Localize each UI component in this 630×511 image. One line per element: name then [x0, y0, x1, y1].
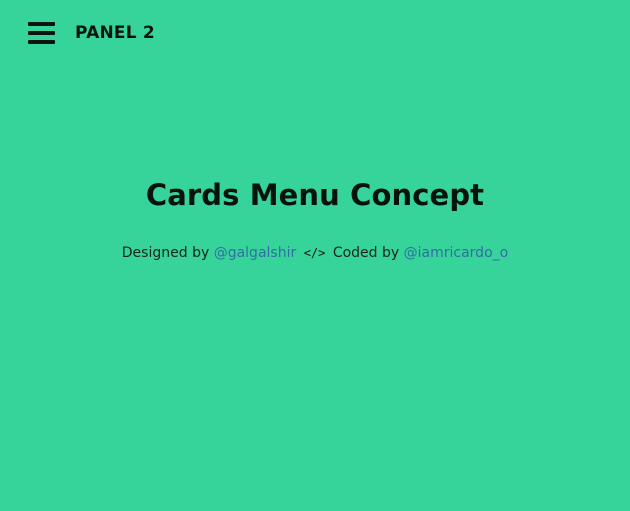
hamburger-menu-icon[interactable]: [28, 22, 55, 44]
designer-link[interactable]: @galgalshir: [214, 245, 297, 261]
page-title: Cards Menu Concept: [145, 178, 485, 212]
menu-bar: [28, 40, 55, 44]
code-icon: </>: [303, 246, 326, 260]
coder-link[interactable]: @iamricardo_o: [404, 245, 509, 261]
designed-by-label: Designed by: [121, 245, 210, 261]
panel-title: PANEL 2: [75, 23, 155, 43]
hero-section: Cards Menu Concept Designed by @galgalsh…: [0, 178, 630, 261]
credits-line: Designed by @galgalshir </> Coded by @ia…: [0, 245, 630, 261]
menu-bar: [28, 22, 55, 26]
header: PANEL 2: [28, 20, 155, 46]
coded-by-label: Coded by: [332, 245, 400, 261]
menu-bar: [28, 31, 55, 35]
